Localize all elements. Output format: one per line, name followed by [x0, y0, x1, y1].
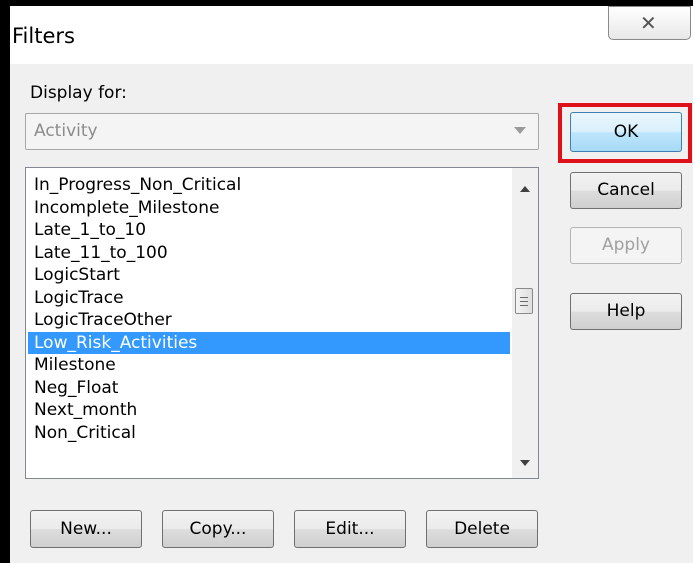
filters-dialog: Filters ✕ Display for: Activity In_Progr…	[0, 0, 693, 563]
new-button[interactable]: New...	[30, 510, 142, 548]
list-item[interactable]: LogicStart	[28, 264, 510, 287]
ok-highlight-box	[558, 103, 692, 163]
list-item[interactable]: Low_Risk_Activities	[28, 331, 510, 354]
list-item[interactable]: Incomplete_Milestone	[28, 197, 510, 220]
cancel-button[interactable]: Cancel	[570, 172, 682, 209]
list-item[interactable]: Milestone	[28, 354, 510, 377]
scroll-thumb[interactable]	[515, 288, 533, 314]
list-item[interactable]: Next_month	[28, 399, 510, 422]
scroll-up-icon[interactable]	[520, 186, 530, 192]
title-bar[interactable]: Filters ✕	[10, 6, 693, 64]
scroll-down-icon[interactable]	[520, 460, 530, 466]
edit-button[interactable]: Edit...	[294, 510, 406, 548]
delete-button[interactable]: Delete	[426, 510, 538, 548]
display-for-value: Activity	[34, 121, 98, 141]
apply-button[interactable]: Apply	[570, 227, 682, 264]
list-item[interactable]: In_Progress_Non_Critical	[28, 174, 510, 197]
list-item[interactable]: Neg_Float	[28, 377, 510, 400]
filter-list: In_Progress_Non_Critical Incomplete_Miles…	[28, 174, 510, 444]
vertical-scrollbar[interactable]	[512, 168, 538, 478]
close-button[interactable]: ✕	[608, 6, 691, 40]
window-title: Filters	[12, 24, 75, 48]
list-item[interactable]: Late_1_to_10	[28, 219, 510, 242]
display-for-dropdown[interactable]: Activity	[25, 113, 539, 150]
list-item[interactable]: LogicTrace	[28, 287, 510, 310]
list-item[interactable]: LogicTraceOther	[28, 309, 510, 332]
display-for-label: Display for:	[30, 83, 127, 103]
chevron-down-icon[interactable]	[514, 127, 526, 134]
list-item[interactable]: Non_Critical	[28, 422, 510, 445]
close-icon: ✕	[640, 11, 657, 35]
copy-button[interactable]: Copy...	[162, 510, 274, 548]
filter-listbox[interactable]: In_Progress_Non_Critical Incomplete_Miles…	[25, 167, 539, 479]
left-border	[0, 0, 10, 563]
list-item[interactable]: Late_11_to_100	[28, 242, 510, 265]
help-button[interactable]: Help	[570, 293, 682, 330]
